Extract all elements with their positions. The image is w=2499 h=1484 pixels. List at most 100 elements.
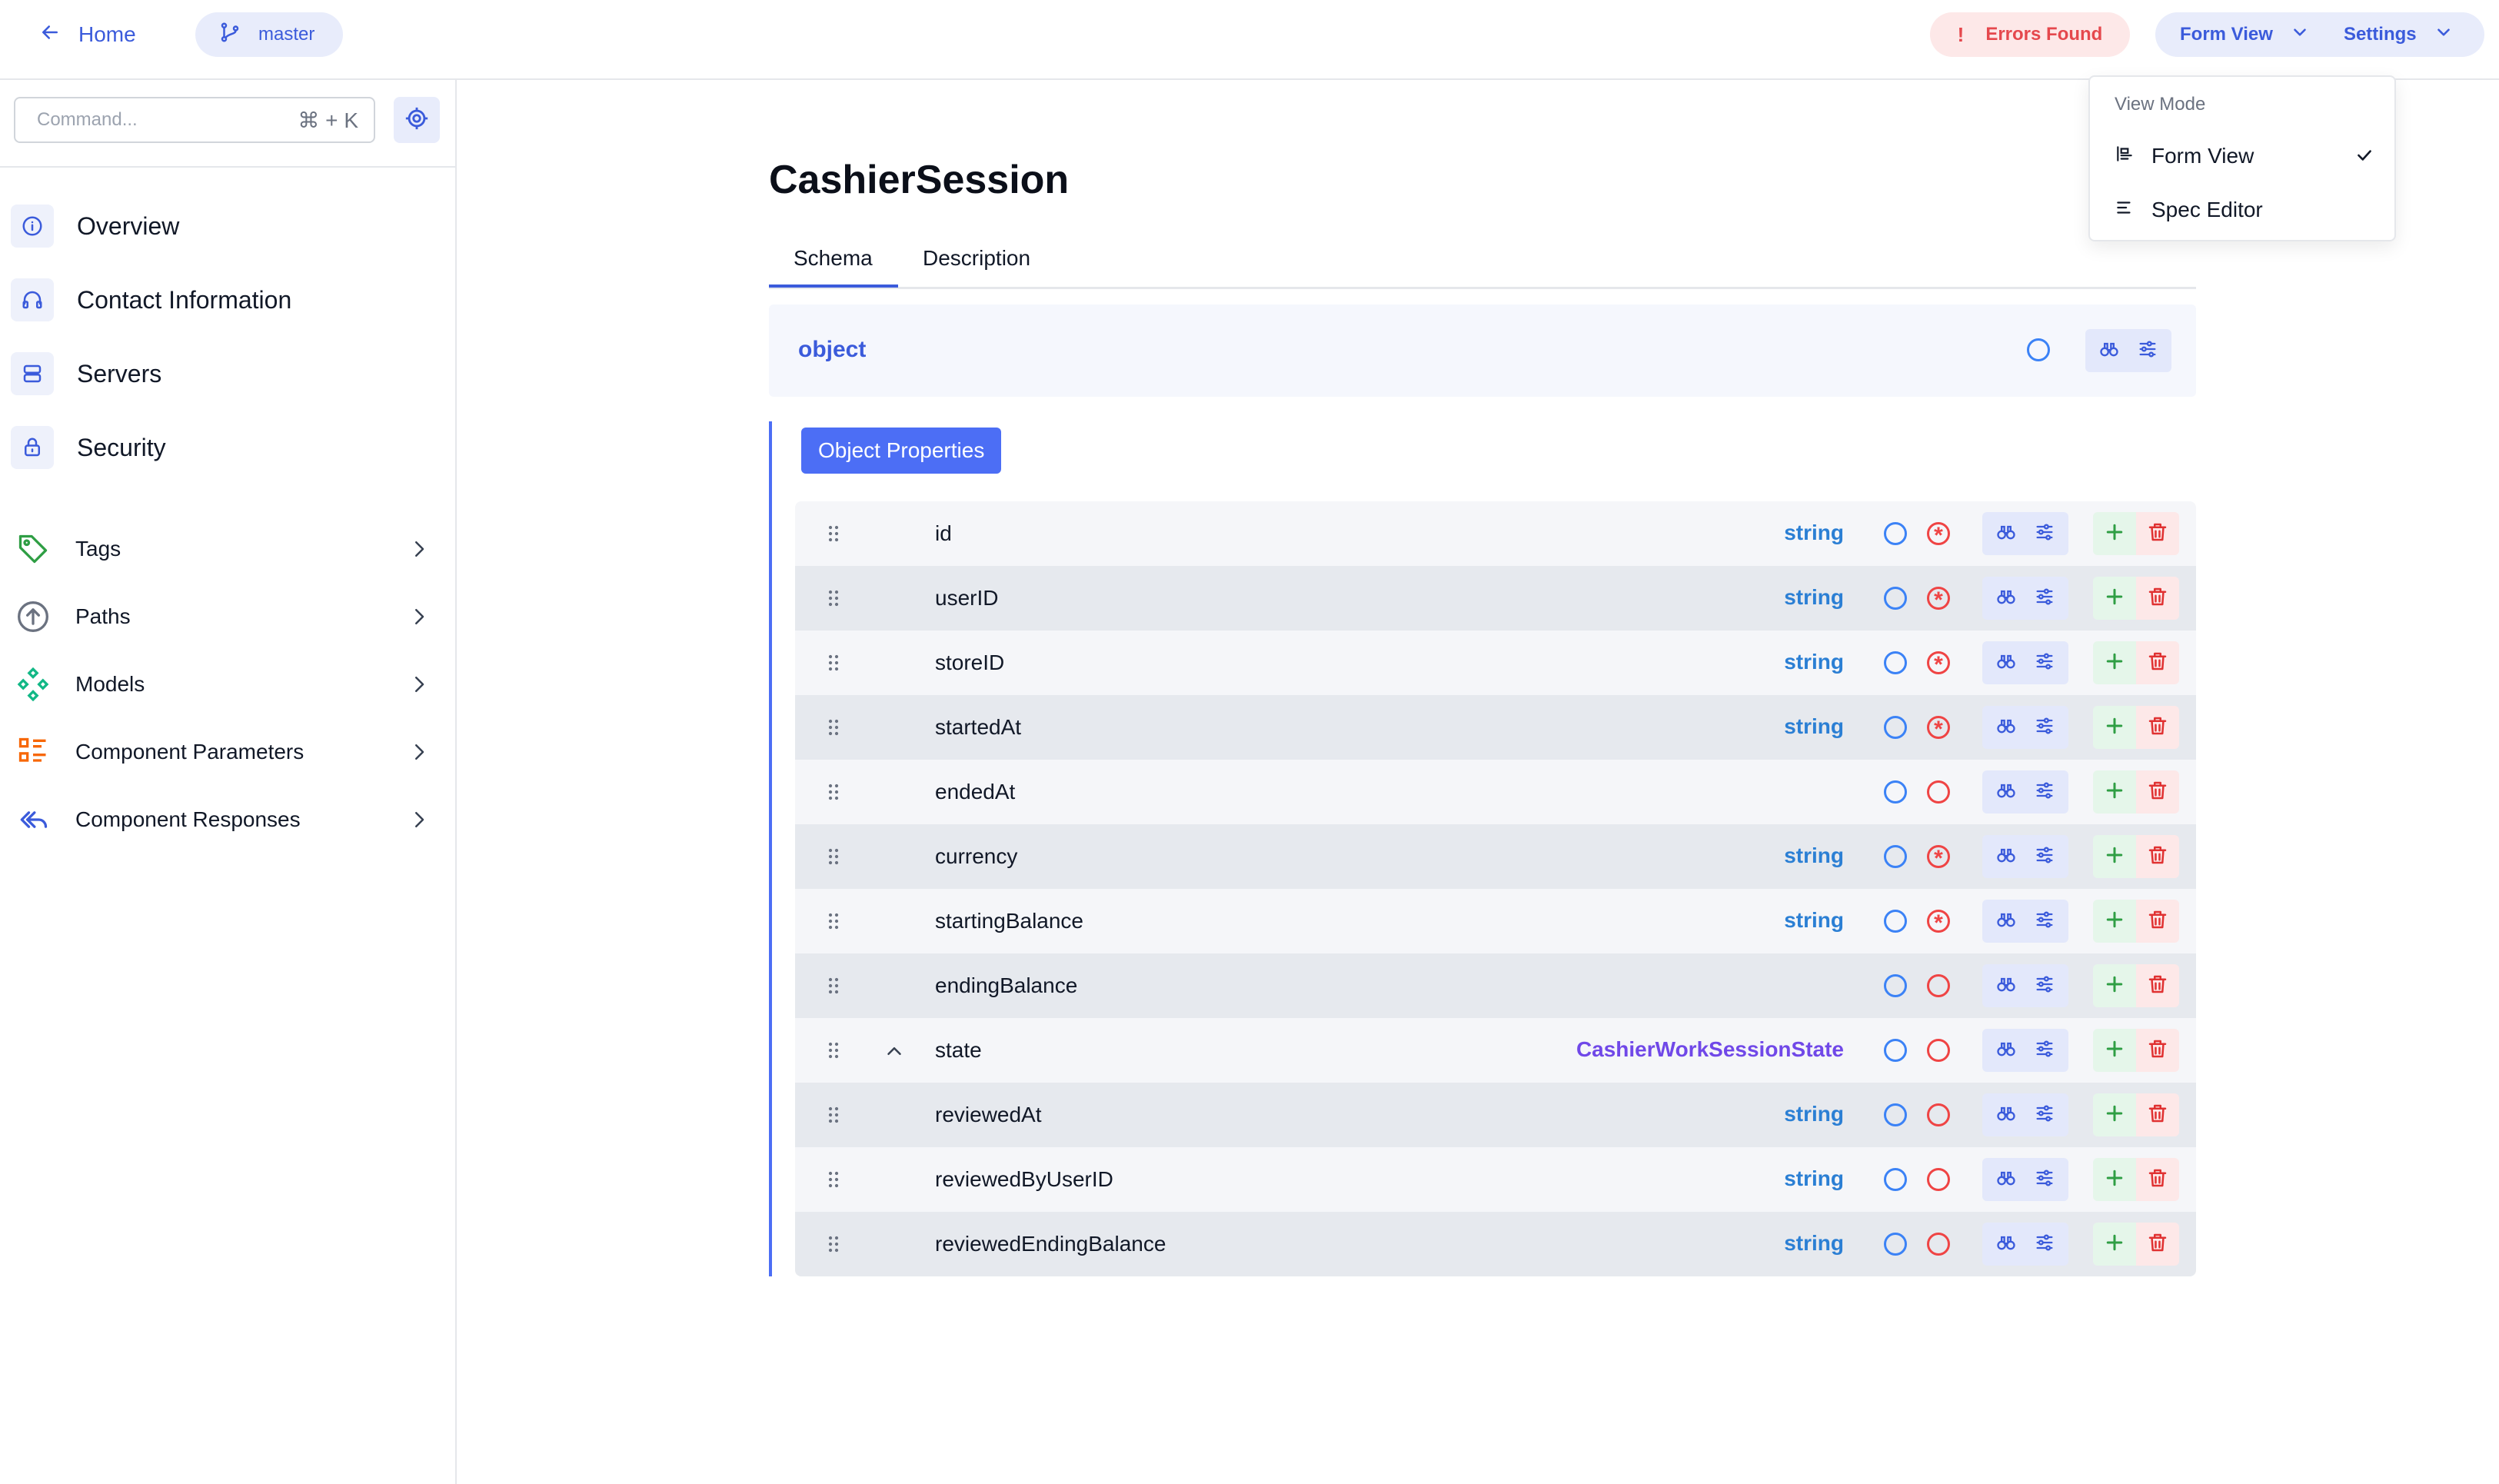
sidebar-section-component-responses[interactable]: Component Responses — [15, 797, 431, 843]
binoculars-icon[interactable] — [1995, 650, 2017, 676]
property-name[interactable]: currency — [935, 844, 1017, 869]
delete-property-button[interactable] — [2136, 835, 2179, 878]
binoculars-icon[interactable] — [1995, 715, 2017, 740]
delete-property-button[interactable] — [2136, 641, 2179, 684]
nullable-toggle[interactable] — [1884, 587, 1907, 610]
drag-handle-icon[interactable] — [821, 521, 846, 546]
menu-item-spec-editor[interactable]: Spec Editor — [2115, 191, 2376, 229]
required-toggle[interactable] — [1927, 586, 1950, 615]
property-name[interactable]: endingBalance — [935, 973, 1077, 998]
delete-property-button[interactable] — [2136, 964, 2179, 1007]
nullable-toggle[interactable] — [2027, 338, 2050, 361]
property-name[interactable]: reviewedEndingBalance — [935, 1232, 1166, 1256]
sidebar-section-models[interactable]: Models — [15, 661, 431, 707]
sliders-icon[interactable] — [2034, 844, 2055, 870]
delete-property-button[interactable] — [2136, 1223, 2179, 1266]
delete-property-button[interactable] — [2136, 1029, 2179, 1072]
drag-handle-icon[interactable] — [821, 715, 846, 740]
sliders-icon[interactable] — [2034, 586, 2055, 611]
add-property-button[interactable] — [2093, 577, 2136, 620]
delete-property-button[interactable] — [2136, 1158, 2179, 1201]
property-name[interactable]: id — [935, 521, 952, 546]
sliders-icon[interactable] — [2034, 1103, 2055, 1128]
required-toggle[interactable] — [1927, 1103, 1950, 1126]
add-property-button[interactable] — [2093, 706, 2136, 749]
branch-selector[interactable]: master — [195, 12, 343, 57]
add-property-button[interactable] — [2093, 770, 2136, 814]
required-toggle[interactable] — [1927, 521, 1950, 551]
sliders-icon[interactable] — [2034, 650, 2055, 676]
required-toggle[interactable] — [1927, 780, 1950, 804]
binoculars-icon[interactable] — [1995, 586, 2017, 611]
tab-description[interactable]: Description — [923, 246, 1030, 271]
binoculars-icon[interactable] — [2098, 338, 2120, 364]
drag-handle-icon[interactable] — [821, 780, 846, 804]
required-toggle[interactable] — [1927, 974, 1950, 997]
add-property-button[interactable] — [2093, 1158, 2136, 1201]
required-toggle[interactable] — [1927, 715, 1950, 744]
delete-property-button[interactable] — [2136, 577, 2179, 620]
delete-property-button[interactable] — [2136, 512, 2179, 555]
property-type[interactable]: string — [1784, 1102, 1844, 1126]
nullable-toggle[interactable] — [1884, 1233, 1907, 1256]
binoculars-icon[interactable] — [1995, 1038, 2017, 1063]
drag-handle-icon[interactable] — [821, 973, 846, 998]
property-name[interactable]: reviewedByUserID — [935, 1167, 1113, 1192]
nullable-toggle[interactable] — [1884, 651, 1907, 674]
add-property-button[interactable] — [2093, 964, 2136, 1007]
property-type[interactable]: string — [1784, 650, 1844, 674]
sliders-icon[interactable] — [2034, 780, 2055, 805]
property-type[interactable]: string — [1784, 585, 1844, 610]
sliders-icon[interactable] — [2034, 1038, 2055, 1063]
required-toggle[interactable] — [1927, 1168, 1950, 1191]
schema-type-label[interactable]: object — [798, 337, 866, 363]
drag-handle-icon[interactable] — [821, 586, 846, 611]
property-name[interactable]: state — [935, 1038, 982, 1063]
property-type[interactable]: string — [1784, 1166, 1844, 1191]
property-type[interactable]: CashierWorkSessionState — [1576, 1037, 1844, 1062]
locate-button[interactable] — [394, 97, 440, 143]
sidebar-item-servers[interactable]: Servers — [11, 351, 441, 397]
add-property-button[interactable] — [2093, 900, 2136, 943]
property-name[interactable]: startedAt — [935, 715, 1021, 740]
drag-handle-icon[interactable] — [821, 650, 846, 675]
nullable-toggle[interactable] — [1884, 522, 1907, 545]
settings-button[interactable]: Settings — [2310, 12, 2454, 57]
view-mode-button[interactable]: Form View — [2155, 12, 2310, 57]
sidebar-section-component-parameters[interactable]: Component Parameters — [15, 729, 431, 775]
drag-handle-icon[interactable] — [821, 909, 846, 933]
sidebar-item-contact-information[interactable]: Contact Information — [11, 277, 441, 323]
nullable-toggle[interactable] — [1884, 1103, 1907, 1126]
nullable-toggle[interactable] — [1884, 1168, 1907, 1191]
delete-property-button[interactable] — [2136, 770, 2179, 814]
sliders-icon[interactable] — [2034, 521, 2055, 547]
nullable-toggle[interactable] — [1884, 780, 1907, 804]
nullable-toggle[interactable] — [1884, 845, 1907, 868]
binoculars-icon[interactable] — [1995, 844, 2017, 870]
errors-found-button[interactable]: ! Errors Found — [1930, 12, 2130, 57]
add-property-button[interactable] — [2093, 835, 2136, 878]
sliders-icon[interactable] — [2034, 1167, 2055, 1193]
nullable-toggle[interactable] — [1884, 974, 1907, 997]
home-link[interactable]: Home — [38, 17, 136, 52]
drag-handle-icon[interactable] — [821, 1232, 846, 1256]
tab-schema[interactable]: Schema — [794, 246, 873, 271]
sliders-icon[interactable] — [2034, 715, 2055, 740]
property-name[interactable]: storeID — [935, 650, 1004, 675]
property-name[interactable]: reviewedAt — [935, 1103, 1042, 1127]
add-property-button[interactable] — [2093, 641, 2136, 684]
sliders-icon[interactable] — [2137, 338, 2158, 364]
delete-property-button[interactable] — [2136, 900, 2179, 943]
nullable-toggle[interactable] — [1884, 1039, 1907, 1062]
required-toggle[interactable] — [1927, 909, 1950, 938]
property-type[interactable]: string — [1784, 908, 1844, 933]
binoculars-icon[interactable] — [1995, 521, 2017, 547]
property-name[interactable]: userID — [935, 586, 998, 611]
binoculars-icon[interactable] — [1995, 973, 2017, 999]
required-toggle[interactable] — [1927, 650, 1950, 680]
add-property-button[interactable] — [2093, 512, 2136, 555]
sliders-icon[interactable] — [2034, 909, 2055, 934]
drag-handle-icon[interactable] — [821, 1103, 846, 1127]
sidebar-item-overview[interactable]: Overview — [11, 203, 441, 249]
binoculars-icon[interactable] — [1995, 1232, 2017, 1257]
